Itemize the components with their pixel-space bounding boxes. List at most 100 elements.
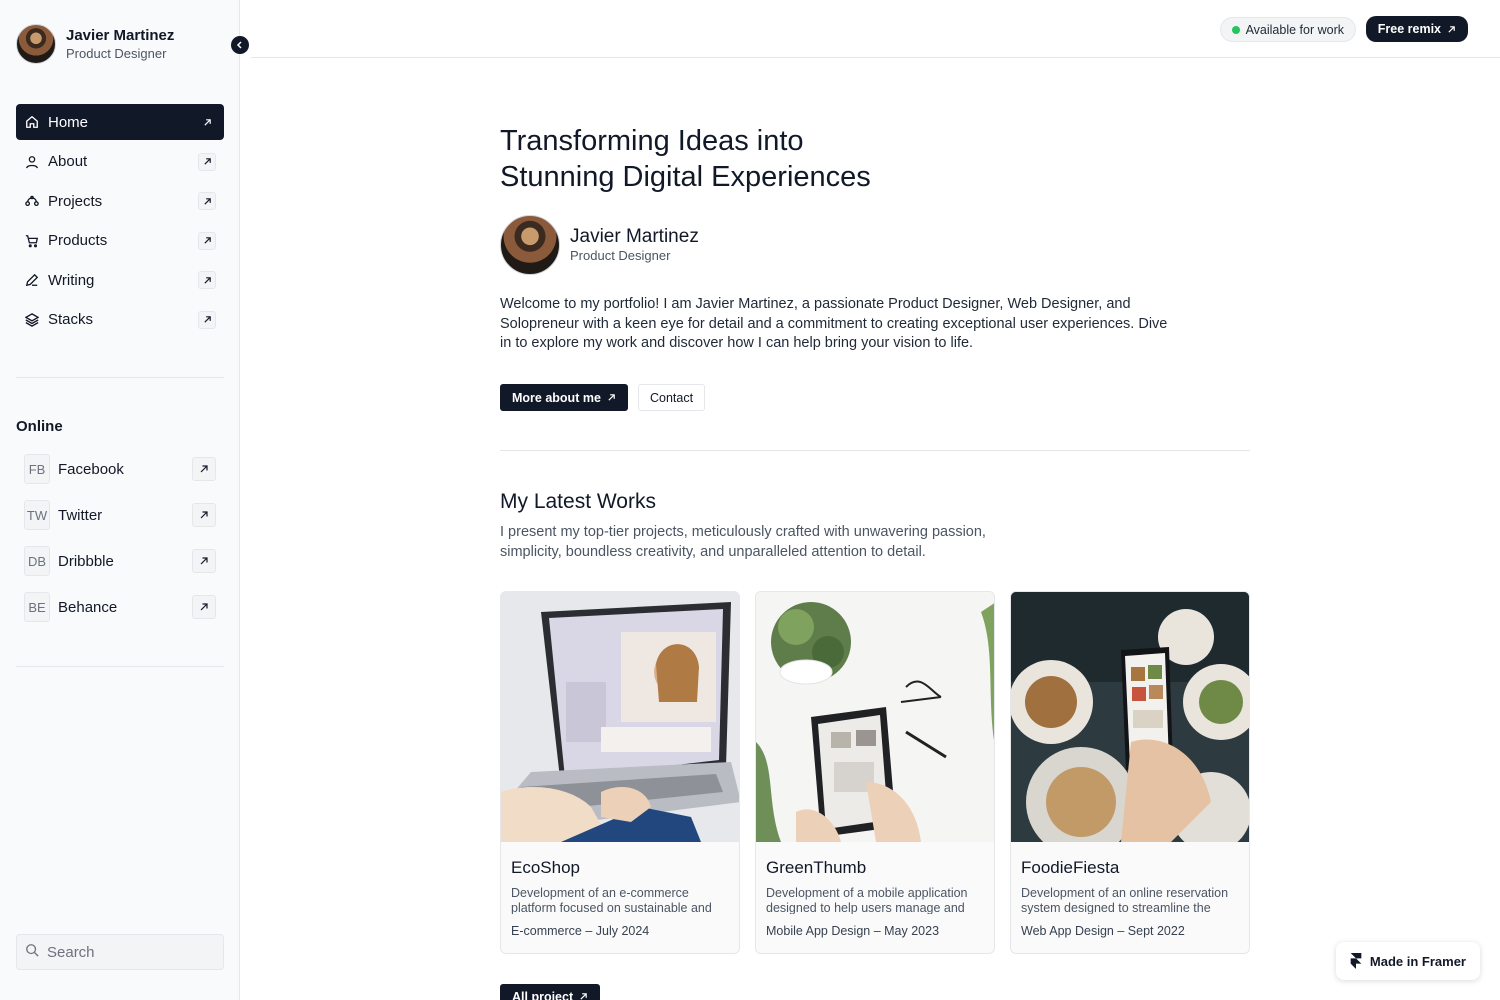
top-bar: Available for work Free remix [251, 0, 1500, 58]
arrow-up-right-icon [198, 152, 216, 171]
arrow-up-right-icon [1448, 25, 1455, 33]
sidebar-item-label: Products [48, 232, 108, 250]
arrow-up-right-icon [192, 457, 216, 481]
social-label: Twitter [58, 506, 103, 524]
sidebar-nav: Home About Projects Products Writing Sta… [16, 104, 224, 342]
works-title: My Latest Works [500, 490, 656, 513]
contact-label: Contact [650, 390, 694, 405]
project-image-tablet [756, 592, 994, 842]
projects-icon [24, 193, 40, 209]
social-label: Facebook [58, 460, 124, 478]
hero-title: Transforming Ideas into Stunning Digital… [500, 123, 1000, 195]
project-image-phone [1011, 592, 1249, 842]
project-meta: Mobile App Design – May 2023 [766, 924, 940, 938]
project-meta: Web App Design – Sept 2022 [1021, 924, 1185, 938]
bio-text: Welcome to my portfolio! I am Javier Mar… [500, 296, 1168, 351]
sidebar-item-label: Stacks [48, 311, 94, 329]
hero-title-line2: Stunning Digital Experiences [500, 161, 871, 193]
project-card-greenthumb[interactable]: GreenThumb Development of a mobile appli… [755, 591, 995, 954]
author-role: Product Designer [570, 248, 671, 263]
project-title: EcoShop [511, 858, 580, 877]
project-title: FoodieFiesta [1021, 858, 1120, 877]
social-label: Behance [58, 598, 118, 616]
hero-title-line1: Transforming Ideas into [500, 125, 804, 157]
more-about-me-label: More about me [512, 390, 601, 405]
arrow-up-right-icon [198, 231, 216, 250]
made-in-framer-badge[interactable]: Made in Framer [1335, 942, 1480, 980]
free-remix-label: Free remix [1377, 22, 1441, 36]
project-title: GreenThumb [766, 858, 867, 877]
sidebar-item-label: About [48, 153, 88, 171]
social-link-dribbble[interactable]: DB Dribbble [16, 544, 224, 578]
cart-icon [24, 233, 40, 249]
works-subtitle: I present my top-tier projects, meticulo… [500, 524, 986, 560]
project-card-foodiefiesta[interactable]: FoodieFiesta Development of an online re… [1010, 591, 1250, 954]
contact-button[interactable]: Contact [638, 384, 706, 411]
status-dot-icon [1231, 25, 1240, 34]
author-card: Javier Martinez Product Designer [500, 215, 699, 275]
more-about-me-button[interactable]: More about me [500, 384, 628, 411]
framer-label: Made in Framer [1369, 953, 1466, 969]
framer-logo-icon [1350, 953, 1362, 969]
arrow-up-right-icon [192, 503, 216, 527]
sidebar-item-projects[interactable]: Projects [16, 183, 224, 219]
sidebar-item-products[interactable]: Products [16, 223, 224, 259]
project-description: Development of a mobile application desi… [766, 886, 968, 914]
social-link-facebook[interactable]: FB Facebook [16, 452, 224, 486]
section-divider [500, 450, 1250, 451]
project-description: Development of an online reservation sys… [1021, 886, 1229, 914]
sidebar-item-stacks[interactable]: Stacks [16, 302, 224, 338]
arrow-up-right-icon [198, 271, 216, 290]
sidebar: Javier Martinez Product Designer Home Ab… [0, 0, 240, 1000]
search-input[interactable] [47, 943, 217, 961]
arrow-up-right-icon [198, 113, 216, 131]
all-projects-label: All project [512, 990, 574, 1000]
sidebar-item-writing[interactable]: Writing [16, 262, 224, 298]
arrow-up-right-icon [198, 192, 216, 211]
search-box[interactable] [16, 934, 224, 970]
sidebar-item-home[interactable]: Home [16, 104, 224, 140]
social-badge: TW [24, 500, 50, 530]
social-link-behance[interactable]: BE Behance [16, 590, 224, 624]
search-icon [25, 943, 39, 962]
all-projects-button[interactable]: All project [500, 984, 601, 1000]
sidebar-item-label: Projects [48, 192, 103, 210]
social-label: Dribbble [58, 552, 114, 570]
project-meta: E-commerce – July 2024 [511, 924, 650, 938]
arrow-up-right-icon [580, 993, 587, 1000]
sidebar-profile[interactable]: Javier Martinez Product Designer [16, 24, 174, 64]
arrow-up-right-icon [192, 595, 216, 619]
avatar [16, 24, 56, 64]
arrow-up-right-icon [192, 549, 216, 573]
sidebar-item-label: Home [48, 113, 89, 131]
arrow-up-right-icon [608, 394, 615, 401]
social-link-twitter[interactable]: TW Twitter [16, 498, 224, 532]
project-cards: EcoShop Development of an e-commerce pla… [500, 591, 1250, 954]
profile-role: Product Designer [66, 45, 167, 61]
social-links: FB Facebook TW Twitter DB Dribbble BE Be… [16, 452, 224, 636]
sidebar-divider [16, 377, 224, 378]
online-section-title: Online [16, 418, 63, 435]
status-text: Available for work [1245, 22, 1344, 37]
project-description: Development of an e-commerce platform fo… [511, 886, 712, 914]
arrow-up-right-icon [198, 310, 216, 329]
project-image-laptop [501, 592, 739, 842]
social-badge: FB [24, 454, 50, 484]
social-badge: DB [24, 546, 50, 576]
status-badge: Available for work [1219, 17, 1356, 42]
pen-icon [24, 272, 40, 288]
sidebar-item-label: Writing [48, 271, 95, 289]
profile-name: Javier Martinez [66, 26, 175, 44]
sidebar-divider [16, 666, 224, 667]
user-icon [24, 154, 40, 170]
avatar [500, 215, 560, 275]
social-badge: BE [24, 592, 50, 622]
sidebar-item-about[interactable]: About [16, 144, 224, 180]
chevron-left-icon [236, 41, 242, 49]
project-card-ecoshop[interactable]: EcoShop Development of an e-commerce pla… [500, 591, 740, 954]
free-remix-button[interactable]: Free remix [1365, 16, 1468, 42]
collapse-sidebar-button[interactable] [231, 36, 249, 54]
author-name: Javier Martinez [570, 226, 699, 247]
home-icon [24, 114, 40, 130]
layers-icon [24, 312, 40, 328]
